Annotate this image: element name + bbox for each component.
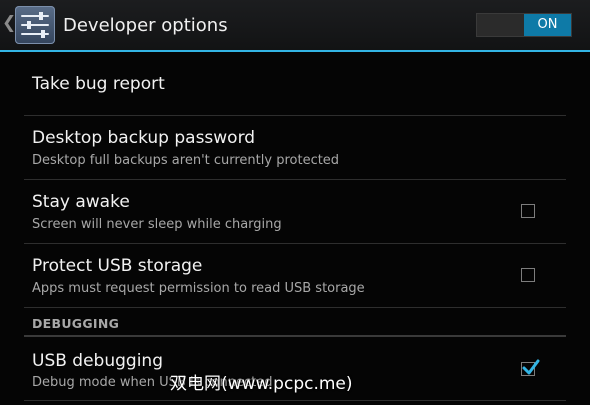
checkmark-icon — [522, 359, 540, 375]
item-title: USB debugging — [32, 351, 163, 371]
action-bar: ❮ Developer options ON — [0, 0, 590, 52]
item-title: Take bug report — [32, 74, 165, 94]
usb-debugging-checkbox[interactable] — [521, 359, 540, 376]
list-item-take-bug-report[interactable]: Take bug report — [24, 52, 566, 116]
page-title: Developer options — [63, 15, 228, 36]
section-header-debugging: DEBUGGING — [24, 310, 566, 337]
item-title: Desktop backup password — [32, 128, 256, 148]
item-title: Stay awake — [32, 192, 130, 212]
list-item-protect-usb-storage[interactable]: Protect USB storage Apps must request pe… — [24, 244, 566, 308]
list-item-stay-awake[interactable]: Stay awake Screen will never sleep while… — [24, 180, 566, 244]
list-item-desktop-backup-password[interactable]: Desktop backup password Desktop full bac… — [24, 116, 566, 180]
item-summary: Screen will never sleep while charging — [32, 217, 282, 232]
stay-awake-checkbox[interactable] — [521, 204, 535, 218]
switch-on-label: ON — [524, 14, 571, 36]
item-summary: Desktop full backups aren't currently pr… — [32, 153, 340, 168]
item-summary: Apps must request permission to read USB… — [32, 281, 365, 296]
watermark-text: 双电网(www.pcpc.me) — [170, 374, 353, 394]
item-title: Protect USB storage — [32, 256, 203, 276]
settings-sliders-icon[interactable] — [15, 6, 55, 44]
developer-options-switch[interactable]: ON — [476, 13, 572, 37]
section-label: DEBUGGING — [32, 316, 120, 331]
protect-usb-storage-checkbox[interactable] — [521, 268, 535, 282]
